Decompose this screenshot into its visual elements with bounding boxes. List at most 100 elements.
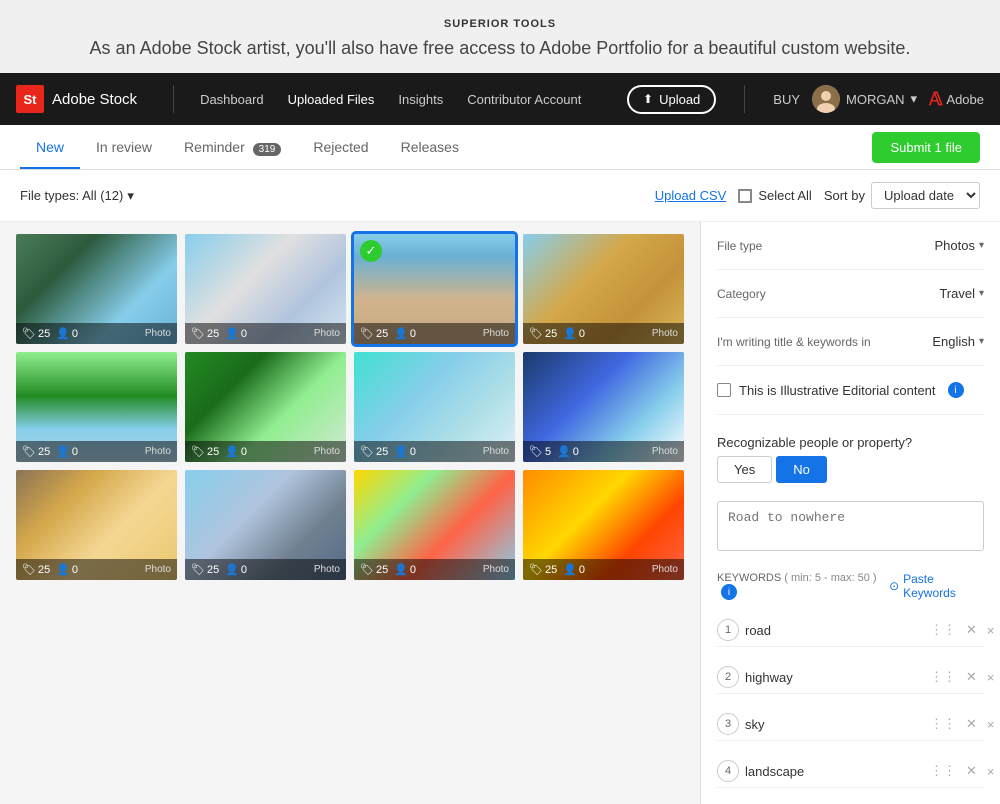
sort-select[interactable]: Upload date: [871, 182, 980, 209]
people-count: 👤 0: [56, 327, 78, 340]
grid-item-selected[interactable]: ✓ 🏷 25 👤 0 Photo: [354, 234, 515, 344]
tag-count: 🏷 25: [191, 563, 219, 576]
keyword-input-2[interactable]: [745, 670, 921, 685]
item-type-label: Photo: [652, 446, 678, 457]
editorial-info-icon[interactable]: i: [948, 382, 964, 398]
reminder-badge: 319: [253, 143, 282, 156]
grid-item[interactable]: 🏷 25 👤 0 Photo: [354, 470, 515, 580]
tab-reminder[interactable]: Reminder 319: [168, 125, 297, 169]
keyword-input-1[interactable]: [745, 623, 921, 638]
yes-button[interactable]: Yes: [717, 456, 772, 483]
keyword-row-3: 3 ⋮⋮ ✕ ×: [717, 708, 984, 741]
file-types-filter[interactable]: File types: All (12) ▾: [20, 188, 134, 204]
category-caret: ▾: [979, 288, 984, 299]
nav-insights[interactable]: Insights: [388, 86, 453, 113]
upload-button[interactable]: ⬆ Upload: [627, 85, 716, 114]
tag-count: 🏷 25: [529, 563, 557, 576]
adobe-label: Adobe: [946, 92, 984, 107]
item-overlay: 🏷 25 👤 0 Photo: [185, 559, 346, 580]
edit-icon-4[interactable]: ✕: [963, 761, 980, 781]
paste-icon: ⊙: [889, 579, 899, 593]
nav-uploaded-files[interactable]: Uploaded Files: [278, 86, 385, 113]
upload-csv-link[interactable]: Upload CSV: [655, 188, 727, 203]
tab-new[interactable]: New: [20, 125, 80, 169]
paste-keywords-button[interactable]: ⊙ Paste Keywords: [889, 572, 984, 600]
nav-separator: [173, 85, 174, 113]
title-field-area: [717, 497, 984, 554]
tab-releases[interactable]: Releases: [385, 125, 475, 169]
people-count: 👤 0: [394, 327, 416, 340]
language-dropdown[interactable]: English ▾: [932, 334, 984, 349]
user-area[interactable]: MORGAN ▾: [812, 85, 917, 113]
tag-count: 🏷 25: [360, 327, 388, 340]
submit-button[interactable]: Submit 1 file: [872, 132, 980, 163]
reorder-icon-1[interactable]: ⋮⋮: [927, 620, 959, 640]
logo-area: St Adobe Stock: [16, 85, 137, 113]
category-dropdown[interactable]: Travel ▾: [939, 286, 984, 301]
grid-item[interactable]: 🏷 25 👤 0 Photo: [16, 234, 177, 344]
tag-count: 🏷 25: [360, 445, 388, 458]
site-title: SUPERIOR TOOLS: [20, 18, 980, 30]
keywords-hint: (: [784, 572, 788, 584]
logo-icon: St: [16, 85, 44, 113]
grid-item[interactable]: 🏷 25 👤 0 Photo: [354, 352, 515, 462]
select-all-checkbox[interactable]: Select All: [738, 188, 811, 203]
adobe-icon: 𝔸: [929, 89, 942, 110]
item-overlay: 🏷 25 👤 0 Photo: [16, 323, 177, 344]
edit-icon-3[interactable]: ✕: [963, 714, 980, 734]
divider: [717, 414, 984, 415]
edit-icon-1[interactable]: ✕: [963, 620, 980, 640]
item-type-label: Photo: [145, 328, 171, 339]
item-overlay: 🏷 25 👤 0 Photo: [354, 441, 515, 462]
item-type-label: Photo: [483, 446, 509, 457]
grid-item[interactable]: 🏷 25 👤 0 Photo: [185, 352, 346, 462]
keywords-info-icon[interactable]: i: [721, 584, 737, 600]
item-overlay: 🏷 25 👤 0 Photo: [354, 559, 515, 580]
keyword-icons-1: ⋮⋮ ✕ ×: [927, 620, 998, 640]
delete-icon-4[interactable]: ×: [984, 762, 998, 781]
editorial-checkbox[interactable]: [717, 383, 731, 397]
grid-item[interactable]: 🏷 25 👤 0 Photo: [523, 234, 684, 344]
nav-dashboard[interactable]: Dashboard: [190, 86, 274, 113]
keyword-input-4[interactable]: [745, 764, 921, 779]
item-overlay: 🏷 25 👤 0 Photo: [16, 441, 177, 462]
tab-in-review[interactable]: In review: [80, 125, 168, 169]
grid-item[interactable]: 🏷 25 👤 0 Photo: [185, 470, 346, 580]
grid-item[interactable]: 🏷 25 👤 0 Photo: [16, 470, 177, 580]
adobe-logo: 𝔸 Adobe: [929, 89, 984, 110]
no-button[interactable]: No: [776, 456, 827, 483]
people-count: 👤 0: [563, 327, 585, 340]
delete-icon-3[interactable]: ×: [984, 715, 998, 734]
editorial-checkbox-row[interactable]: This is Illustrative Editorial content i: [717, 382, 984, 398]
people-count: 👤 0: [394, 445, 416, 458]
item-type-label: Photo: [145, 446, 171, 457]
reorder-icon-2[interactable]: ⋮⋮: [927, 667, 959, 687]
edit-icon-2[interactable]: ✕: [963, 667, 980, 687]
reorder-icon-4[interactable]: ⋮⋮: [927, 761, 959, 781]
tag-count: 🏷 25: [22, 327, 50, 340]
main-layout: 🏷 25 👤 0 Photo 🏷 25 👤 0 Photo ✓ 🏷 25 👤 0…: [0, 222, 1000, 804]
reorder-icon-3[interactable]: ⋮⋮: [927, 714, 959, 734]
keyword-row-4: 4 ⋮⋮ ✕ ×: [717, 755, 984, 788]
grid-item[interactable]: 🏷 25 👤 0 Photo: [16, 352, 177, 462]
tag-count: 🏷 25: [22, 445, 50, 458]
grid-item[interactable]: 🏷 25 👤 0 Photo: [523, 470, 684, 580]
keyword-row-1: 1 ⋮⋮ ✕ ×: [717, 614, 984, 647]
file-type-dropdown[interactable]: Photos ▾: [934, 238, 984, 253]
title-input[interactable]: [717, 501, 984, 551]
yes-no-buttons: Yes No: [717, 456, 984, 483]
buy-link[interactable]: BUY: [773, 92, 800, 107]
delete-icon-1[interactable]: ×: [984, 621, 998, 640]
upload-label: Upload: [659, 92, 700, 107]
grid-item[interactable]: 🏷 25 👤 0 Photo: [185, 234, 346, 344]
keywords-label: KEYWORDS: [717, 572, 781, 584]
grid-item[interactable]: 🏷 5 👤 0 Photo: [523, 352, 684, 462]
nav-contributor-account[interactable]: Contributor Account: [457, 86, 591, 113]
tab-rejected[interactable]: Rejected: [297, 125, 384, 169]
delete-icon-2[interactable]: ×: [984, 668, 998, 687]
keyword-input-3[interactable]: [745, 717, 921, 732]
people-count: 👤 0: [563, 563, 585, 576]
upload-icon: ⬆: [643, 92, 653, 106]
metadata-sidebar: File type Photos ▾ Category Travel ▾ I'm…: [700, 222, 1000, 804]
tag-count: 🏷 25: [22, 563, 50, 576]
